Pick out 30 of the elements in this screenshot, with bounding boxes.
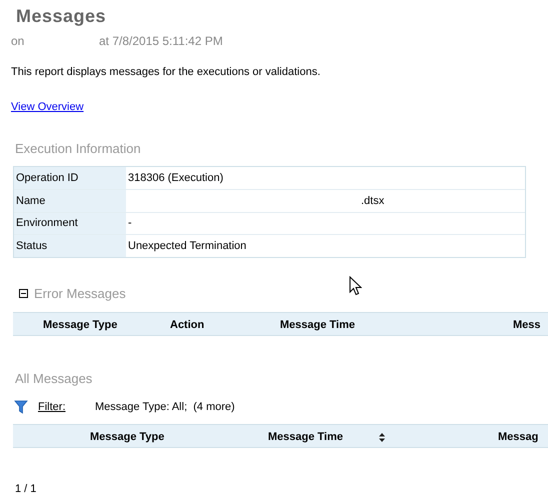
subtitle-prefix: on <box>11 33 26 50</box>
column-header: Message Type <box>43 318 118 333</box>
cursor-icon <box>349 276 362 296</box>
table-label-cell: Operation ID <box>14 166 126 189</box>
column-header: Message Time <box>268 430 344 445</box>
table-value-cell-text: - <box>127 216 133 231</box>
section-heading: Execution Information <box>15 141 141 156</box>
page-title: Messages <box>16 6 106 26</box>
column-header: Mess <box>513 318 541 333</box>
sort-icon[interactable] <box>379 432 386 442</box>
table-value-cell-text: .dtsx <box>360 194 386 208</box>
section-heading: Error Messages <box>34 284 126 303</box>
table-value-cell-text: Unexpected Termination <box>127 238 248 254</box>
filter-icon[interactable] <box>14 400 28 414</box>
report-timestamp: at 7/8/2015 5:11:42 PM <box>99 33 223 50</box>
table-label-cell: Status <box>14 235 126 256</box>
page-indicator: 1 / 1 <box>15 483 36 495</box>
view-overview-link[interactable]: View Overview <box>11 100 84 112</box>
table-label-cell: Name <box>14 190 126 212</box>
collapse-icon[interactable] <box>19 288 28 298</box>
table-label-cell: Environment <box>14 212 126 234</box>
report-description: This report displays messages for the executions or validations. <box>11 66 320 78</box>
column-header: Message Type <box>90 430 164 445</box>
column-header: Messag <box>498 430 538 445</box>
column-header: Message Time <box>280 318 356 333</box>
filter-link[interactable]: Filter: <box>38 398 95 415</box>
table-value-cell-text: 318306 (Execution) <box>127 170 224 186</box>
filter-value: Message Type: All; (4 more) <box>95 400 235 414</box>
column-header: Action <box>170 318 204 333</box>
section-heading: All Messages <box>15 371 92 386</box>
